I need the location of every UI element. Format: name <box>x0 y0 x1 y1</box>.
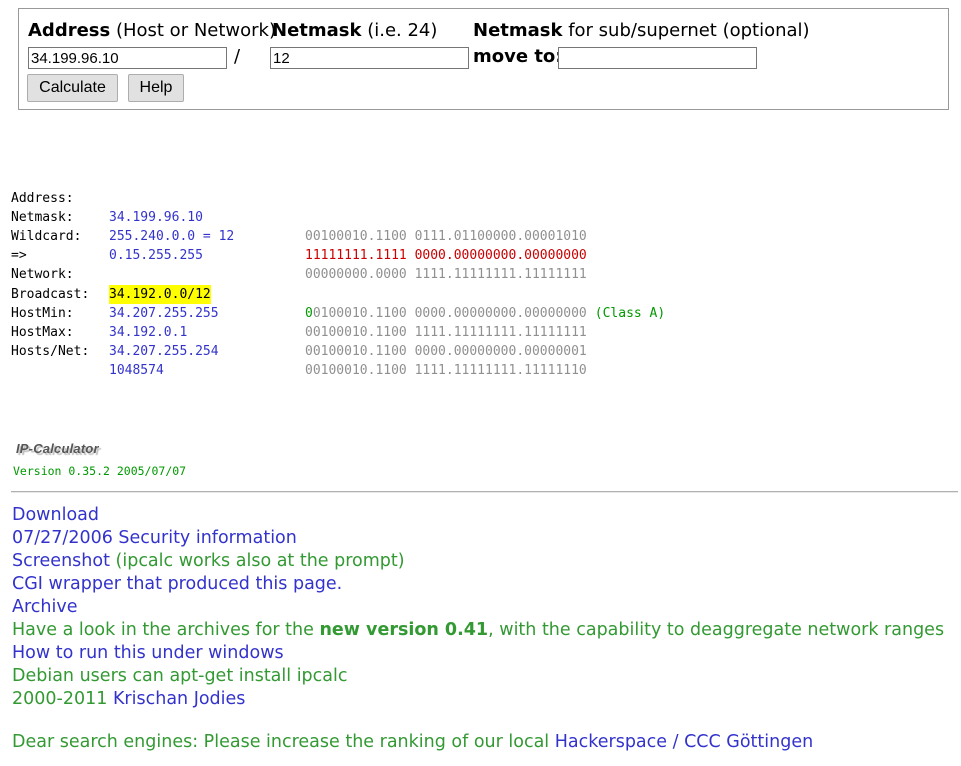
network-class: (Class A) <box>594 305 666 321</box>
hosts-row: Hosts/Net: 1048574 <box>11 323 164 378</box>
copyright-years: 2000-2011 <box>12 689 113 709</box>
address-value: 34.199.96.10 <box>109 210 203 226</box>
hostmin-row: HostMin: 34.192.0.1 00100010.1100 0000.0… <box>11 285 587 359</box>
list-item: 07/27/2006 Security information <box>12 527 944 550</box>
hosts-value: 1048574 <box>109 362 164 378</box>
address-label: Address (Host or Network) <box>28 20 276 41</box>
netmask-input[interactable] <box>270 47 469 69</box>
network-binary: 00100010.1100 0000.00000000.00000000 (Cla… <box>305 305 666 321</box>
security-link[interactable]: 07/27/2006 Security information <box>12 528 297 548</box>
ipcalc-form: Address (Host or Network) Netmask (i.e. … <box>18 8 949 110</box>
debian-note: Debian users can apt-get install ipcalc <box>12 666 348 686</box>
network-row: Network: 34.192.0.0/12 00100010.1100 000… <box>11 246 665 320</box>
broadcast-value: 34.207.255.255 <box>109 305 219 321</box>
version-text: Version 0.35.2 2005/07/07 <box>13 464 187 478</box>
hostmin-value: 34.192.0.1 <box>109 324 188 340</box>
copyright-line: 2000-2011 Krischan Jodies <box>12 688 944 711</box>
cgi-link[interactable]: CGI wrapper that produced this page. <box>12 574 342 594</box>
download-link[interactable]: Download <box>12 505 99 525</box>
netmask-binary: 11111111.1111 0000.00000000.00000000 <box>305 246 587 265</box>
archive-link[interactable]: Archive <box>12 597 77 617</box>
netmask-value: 255.240.0.0 = 12 <box>109 229 235 245</box>
network-value: 34.192.0.0/12 <box>109 284 211 304</box>
new-version-highlight: new version 0.41 <box>319 620 489 640</box>
broadcast-binary: 00100010.1100 1111.11111111.11111111 <box>305 324 587 340</box>
hackerspace-link[interactable]: Hackerspace / CCC Göttingen <box>555 732 813 752</box>
netmask-row: Netmask: 255.240.0.0 = 12 11111111.1111 … <box>11 189 587 263</box>
results-block: Address: 34.199.96.10 00100010.1100 0111… <box>11 170 665 378</box>
screenshot-link[interactable]: Screenshot <box>12 551 110 571</box>
hostmax-row: HostMax: 34.207.255.254 00100010.1100 11… <box>11 304 587 378</box>
hostmax-binary: 00100010.1100 1111.11111111.11111110 <box>305 362 587 378</box>
class-bit: 0 <box>305 305 313 321</box>
hostmax-value: 34.207.255.254 <box>109 343 219 359</box>
calculate-button[interactable]: Calculate <box>27 74 118 102</box>
screenshot-note: (ipcalc works also at the prompt) <box>109 551 405 571</box>
list-item: Download <box>12 504 944 527</box>
help-button[interactable]: Help <box>128 74 184 102</box>
netmask-host-bits: 0000.00000000.00000000 <box>406 248 587 264</box>
slash-separator: / <box>234 46 241 67</box>
divider <box>11 491 958 493</box>
links-list: Download 07/27/2006 Security information… <box>12 504 944 711</box>
search-engine-note: Dear search engines: Please increase the… <box>12 732 814 752</box>
broadcast-row: Broadcast: 34.207.255.255 00100010.1100 … <box>11 265 587 340</box>
wildcard-row: Wildcard: 0.15.255.255 00000000.0000 111… <box>11 208 587 282</box>
new-version-notice: Have a look in the archives for the new … <box>12 620 945 640</box>
address-row: Address: 34.199.96.10 00100010.1100 0111… <box>11 170 587 244</box>
author-link[interactable]: Krischan Jodies <box>113 689 245 709</box>
move-to-label: move to: <box>473 46 563 67</box>
list-item: Archive <box>12 596 944 619</box>
row-label: Hosts/Net: <box>11 343 90 359</box>
address-input[interactable] <box>28 47 227 69</box>
wildcard-value: 0.15.255.255 <box>109 248 203 264</box>
address-binary: 00100010.1100 0111.01100000.00001010 <box>305 229 587 245</box>
list-item: Screenshot (ipcalc works also at the pro… <box>12 550 944 573</box>
hostmin-binary: 00100010.1100 0000.00000000.00000001 <box>305 343 587 359</box>
subnet-label: Netmask for sub/supernet (optional) <box>473 20 810 41</box>
netmask-label: Netmask (i.e. 24) <box>272 20 438 41</box>
wildcard-binary: 00000000.0000 1111.11111111.11111111 <box>305 267 587 283</box>
list-item: CGI wrapper that produced this page. <box>12 573 944 596</box>
arrow-row: => <box>11 227 42 263</box>
ipcalc-logo: IP-Calculator <box>16 441 99 456</box>
windows-link[interactable]: How to run this under windows <box>12 643 284 663</box>
list-item: How to run this under windows <box>12 642 944 665</box>
subnet-input[interactable] <box>558 47 757 69</box>
netmask-network-bits: 11111111.1111 <box>305 248 407 264</box>
